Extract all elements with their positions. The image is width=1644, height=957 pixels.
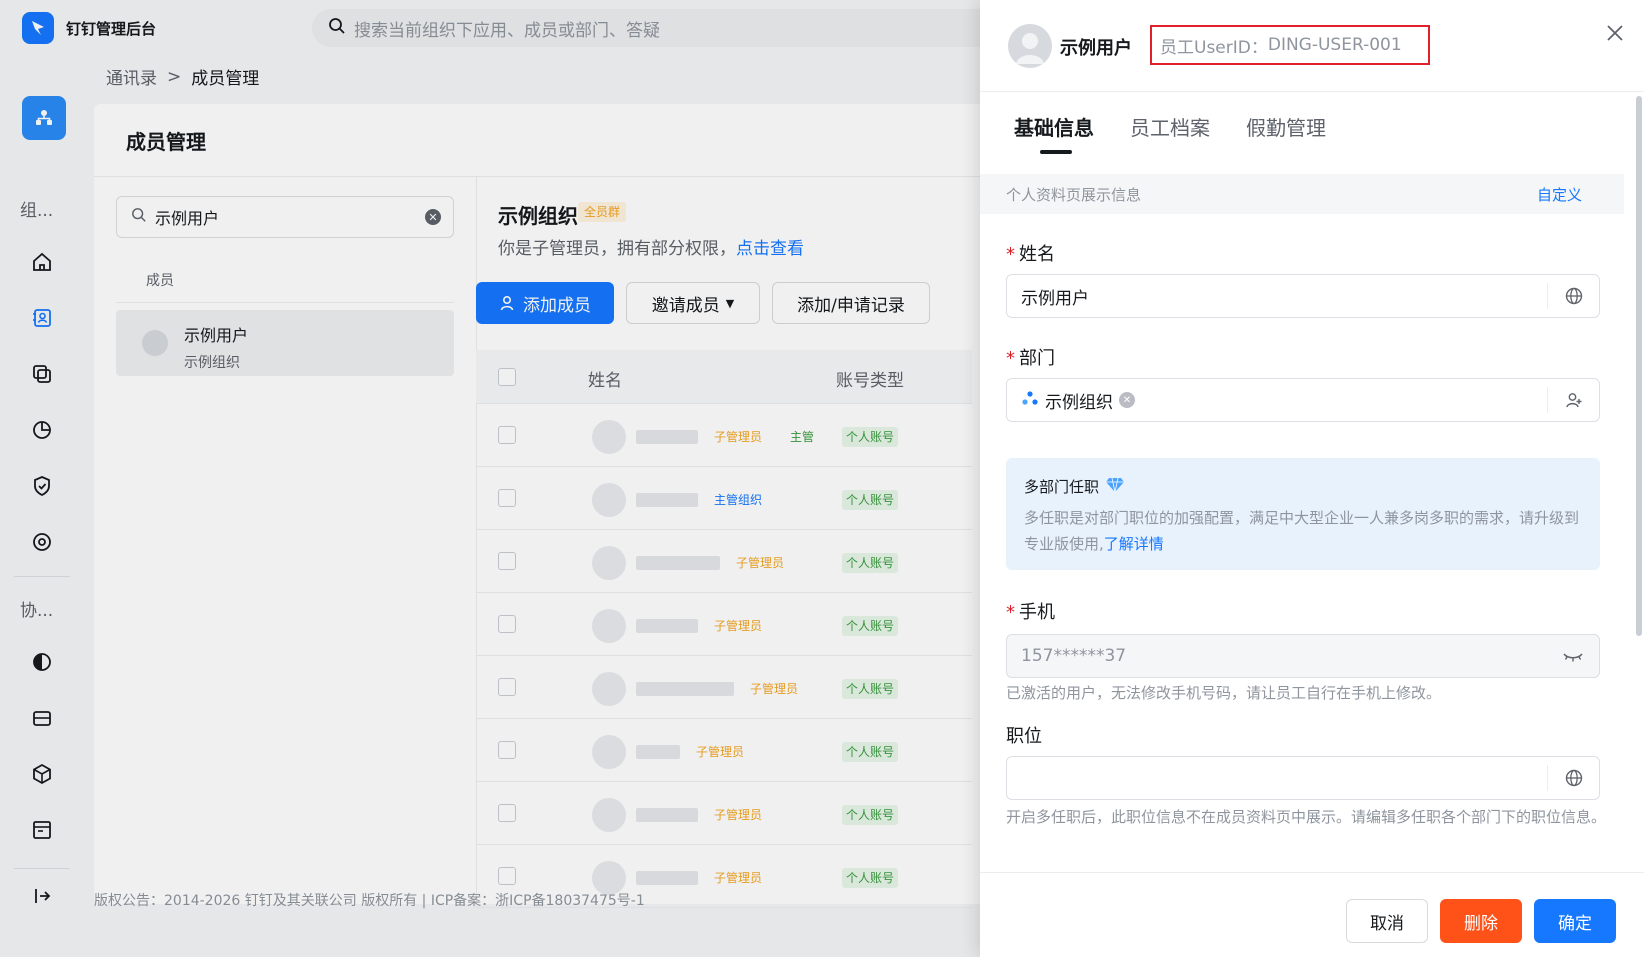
confirm-button[interactable]: 确定 <box>1534 899 1616 943</box>
phone-value: 157******37 <box>1021 646 1127 666</box>
cancel-button[interactable]: 取消 <box>1346 899 1428 943</box>
customize-link[interactable]: 自定义 <box>1537 184 1582 205</box>
required-mark: * <box>1006 602 1015 623</box>
section-label: 个人资料页展示信息 <box>1006 186 1142 204</box>
drawer-footer: 取消 删除 确定 <box>980 872 1644 957</box>
department-value: 示例组织 <box>1045 392 1113 413</box>
drawer-scrollbar[interactable] <box>1636 96 1642 636</box>
diamond-icon <box>1105 477 1125 497</box>
required-mark: * <box>1006 244 1015 265</box>
phone-help-text: 已激活的用户，无法修改手机号码，请让员工自行在手机上修改。 <box>1006 684 1442 702</box>
userid-highlight-box: 员工UserID： DING-USER-001 <box>1150 25 1430 65</box>
position-field-label: 职位 <box>1006 726 1042 747</box>
user-name: 示例用户 <box>1060 38 1132 59</box>
tab-basic-info[interactable]: 基础信息 <box>1014 112 1094 154</box>
info-text: 多任职是对部门职位的加强配置，满足中大型企业一人兼多岗多职的需求，请升级到专业版… <box>1024 509 1580 553</box>
globe-icon[interactable] <box>1547 765 1599 791</box>
phone-input: 157******37 <box>1006 634 1600 678</box>
userid-label: 员工UserID： <box>1160 37 1268 58</box>
drawer-header: 示例用户 员工UserID： DING-USER-001 <box>980 0 1644 92</box>
tab-employee-records[interactable]: 员工档案 <box>1130 112 1210 141</box>
position-help-text: 开启多任职后，此职位信息不在成员资料页中展示。请编辑多任职各个部门下的职位信息。 <box>1006 808 1607 826</box>
dept-field-label: * 部门 <box>1006 348 1055 369</box>
multi-dept-info-box: 多部门任职 多任职是对部门职位的加强配置，满足中大型企业一人兼多岗多职的需求，请… <box>1006 458 1600 570</box>
globe-icon[interactable] <box>1547 283 1599 309</box>
position-input[interactable] <box>1006 756 1600 800</box>
department-chip: 示例组织 ✕ <box>1021 388 1135 413</box>
name-value: 示例用户 <box>1021 288 1089 309</box>
member-detail-drawer: 示例用户 员工UserID： DING-USER-001 基础信息 员工档案 假… <box>980 0 1644 957</box>
name-field-label: * 姓名 <box>1006 244 1055 265</box>
org-icon <box>1021 389 1039 412</box>
info-title: 多部门任职 <box>1024 476 1582 497</box>
avatar <box>1008 24 1052 68</box>
select-member-icon[interactable] <box>1547 387 1599 413</box>
remove-department-icon[interactable]: ✕ <box>1119 392 1135 408</box>
drawer-tabs: 基础信息 员工档案 假勤管理 <box>1014 112 1326 154</box>
name-input[interactable]: 示例用户 <box>1006 274 1600 318</box>
required-mark: * <box>1006 348 1015 369</box>
close-icon[interactable] <box>1604 22 1626 44</box>
phone-field-label: * 手机 <box>1006 602 1055 623</box>
hidden-eye-icon[interactable] <box>1547 643 1599 669</box>
section-bar: 个人资料页展示信息 自定义 <box>980 174 1624 214</box>
department-input[interactable]: 示例组织 ✕ <box>1006 378 1600 422</box>
delete-button[interactable]: 删除 <box>1440 899 1522 943</box>
tab-attendance[interactable]: 假勤管理 <box>1246 112 1326 141</box>
learn-more-link[interactable]: 了解详情 <box>1104 535 1164 553</box>
userid-value: DING-USER-001 <box>1267 35 1402 55</box>
